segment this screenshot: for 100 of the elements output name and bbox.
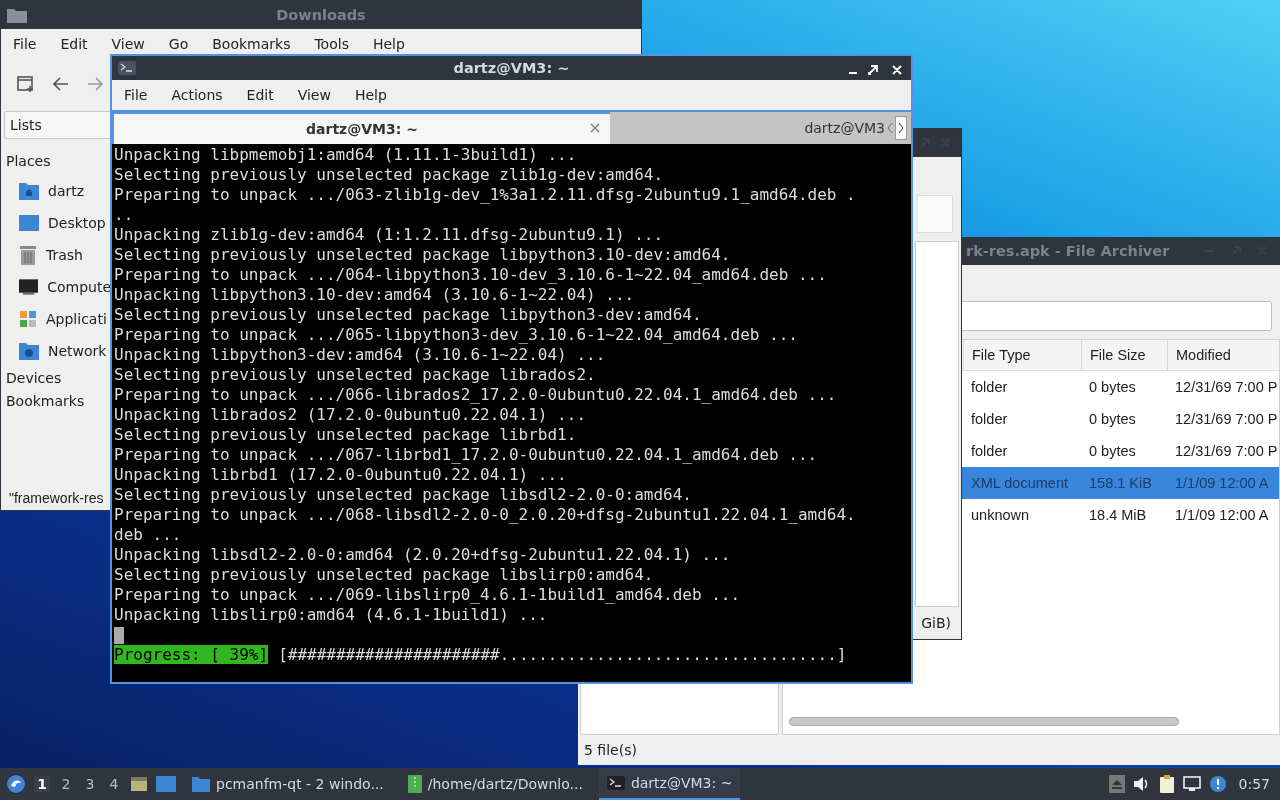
window-title: rk-res.apk - File Archiver	[966, 243, 1170, 259]
sidebar-item[interactable]: Network	[1, 335, 111, 367]
section-heading: Bookmarks	[5, 392, 86, 411]
terminal-icon	[118, 61, 136, 75]
sidebar-item[interactable]: Trash	[1, 239, 111, 271]
text-field[interactable]	[917, 195, 953, 233]
menu-item[interactable]: View	[285, 87, 343, 103]
clipboard-icon[interactable]	[1158, 775, 1175, 793]
sidebar-item[interactable]: dartz	[1, 175, 111, 207]
menu-item[interactable]: File	[112, 87, 160, 103]
folder-icon	[7, 7, 27, 23]
menu-item[interactable]: Actions	[159, 87, 235, 103]
network-folder-icon	[19, 342, 39, 360]
table-cell-text: 18.4 MiB	[1088, 507, 1148, 523]
desktop-icon	[19, 214, 39, 232]
terminal-line: Selecting previously unselected package libpython3.10-dev:amd64.	[114, 245, 732, 265]
table-cell-text: folder	[970, 443, 1009, 459]
taskbar-button[interactable]: /home/dartz/Downlo...	[399, 768, 591, 800]
tab-scroll-right-icon[interactable]	[895, 116, 907, 140]
start-menu-icon[interactable]	[6, 774, 26, 794]
progress-label: Progress: [ 39%]	[114, 645, 269, 664]
terminal-line: Preparing to unpack .../066-librados2_17.2.0-0ubuntu0.22.04.1_amd64.deb ...	[114, 385, 838, 405]
workspace-button[interactable]: 1	[34, 776, 50, 792]
table-cell-text: 1/1/09 12:00 A	[1174, 507, 1270, 523]
menu-item[interactable]: Help	[342, 87, 399, 103]
archive-icon	[407, 775, 422, 793]
scrollbar[interactable]	[789, 717, 1179, 726]
status-text: "framework-res	[9, 490, 104, 508]
trash-icon	[19, 245, 37, 265]
window-controls-icon[interactable]	[847, 64, 903, 76]
eject-icon[interactable]	[1108, 775, 1125, 793]
close-icon[interactable]	[590, 123, 600, 133]
menu-item[interactable]: View	[99, 36, 157, 52]
section-heading: Places	[6, 153, 52, 171]
sidebar-mode-dropdown[interactable]: Lists	[4, 111, 111, 139]
terminal-line: Unpacking zlib1g-dev:amd64 (1:1.2.11.dfsg-2ubuntu9.1) ...	[114, 225, 665, 245]
sidebar-item[interactable]: Applicati	[1, 303, 111, 335]
column-header[interactable]: Modified	[1167, 340, 1279, 370]
network-icon[interactable]	[1182, 776, 1201, 792]
status-text: 5 file(s)	[583, 741, 638, 760]
back-arrow-icon[interactable]	[53, 77, 69, 91]
workspace-button[interactable]: 2	[58, 776, 74, 792]
table-cell-text: 158.1 KiB	[1088, 475, 1153, 491]
section-heading: Devices	[5, 369, 63, 388]
terminal-line: Selecting previously unselected package libpython3-dev:amd64.	[114, 305, 703, 325]
menu-item[interactable]: Bookmarks	[200, 36, 303, 52]
terminal-line: Selecting previously unselected package zlib1g-dev:amd64.	[114, 165, 665, 185]
terminal-tab[interactable]: dartz@VM3: ~	[112, 112, 610, 144]
terminal-line: Unpacking libpmemobj1:amd64 (1.11.1-3build1) ...	[114, 145, 578, 165]
taskbar-button[interactable]: pcmanfm-qt - 2 windo...	[184, 768, 392, 800]
file-manager-icon[interactable]	[130, 775, 148, 793]
sidebar-item[interactable]: Compute	[1, 271, 111, 303]
window-title: dartz@VM3: ~	[453, 60, 570, 76]
window-title: Downloads	[276, 7, 366, 23]
table-cell-text: 12/31/69 7:00 P	[1174, 411, 1279, 427]
table-cell-text: folder	[970, 379, 1009, 395]
terminal-line: Preparing to unpack .../069-libslirp0_4.6.1-1build1_amd64.deb ...	[114, 585, 742, 605]
menu-item[interactable]: Go	[156, 36, 201, 52]
terminal-line: Unpacking libsdl2-2.0-0:amd64 (2.0.20+dfsg-2ubuntu1.22.04.1) ...	[114, 545, 732, 565]
status-text: GiB)	[921, 615, 951, 631]
terminal-line: Preparing to unpack .../067-librbd1_17.2.0-0ubuntu0.22.04.1_amd64.deb ...	[114, 445, 819, 465]
terminal-line: Preparing to unpack .../064-libpython3.10-dev_3.10.6-1~22.04_amd64.deb ...	[114, 265, 828, 285]
table-cell-text: 0 bytes	[1088, 443, 1137, 459]
menu-item[interactable]: File	[1, 36, 49, 52]
menu-item[interactable]: Edit	[234, 87, 286, 103]
menu-item[interactable]: Help	[360, 36, 417, 52]
forward-arrow-icon[interactable]	[87, 77, 103, 91]
table-cell-text: 12/31/69 7:00 P	[1174, 443, 1279, 459]
menu-item[interactable]: Tools	[302, 36, 361, 52]
clock[interactable]: 0:57	[1238, 776, 1270, 792]
column-header[interactable]: File Size	[1081, 340, 1167, 370]
table-cell-text: 0 bytes	[1088, 379, 1137, 395]
terminal-line: Unpacking libpython3-dev:amd64 (3.10.6-1~22.04) ...	[114, 345, 607, 365]
table-cell-text: XML document	[970, 475, 1069, 491]
progress-bar-text: [######################...................................]	[278, 645, 847, 664]
terminal-line: Preparing to unpack .../068-libsdl2-2.0-0_2.0.20+dfsg-2ubuntu1.22.04.1_amd64.	[114, 505, 857, 525]
taskbar-button[interactable]: dartz@VM3: ~	[598, 768, 741, 800]
column-header[interactable]: File Type	[963, 340, 1081, 370]
workspace-button[interactable]: 4	[106, 776, 122, 792]
table-cell-text: 1/1/09 12:00 A	[1174, 475, 1270, 491]
menu-item[interactable]: Edit	[48, 36, 100, 52]
table-cell-text: unknown	[970, 507, 1031, 523]
terminal-line: Selecting previously unselected package libslirp0:amd64.	[114, 565, 655, 585]
table-cell-text: 12/31/69 7:00 P	[1174, 379, 1279, 395]
terminal-line: Preparing to unpack .../065-libpython3-dev_3.10.6-1~22.04_amd64.deb ...	[114, 325, 799, 345]
workspace-button[interactable]: 3	[82, 776, 98, 792]
folder-icon	[192, 776, 210, 792]
table-cell-text: 0 bytes	[1088, 411, 1137, 427]
notification-icon[interactable]	[1208, 775, 1227, 793]
terminal-line: deb ...	[114, 525, 183, 545]
sidebar-item[interactable]: Desktop	[1, 207, 111, 239]
terminal-line: ..	[114, 205, 135, 225]
terminal-line: Preparing to unpack .../063-zlib1g-dev_1%3a1.2.11.dfsg-2ubuntu9.1_amd64.deb .	[114, 185, 857, 205]
terminal-line: Selecting previously unselected package libsdl2-2.0-0:amd64.	[114, 485, 693, 505]
monitor-icon	[19, 278, 39, 296]
applications-icon	[19, 310, 37, 328]
new-tab-icon[interactable]	[17, 75, 35, 93]
terminal-line: Selecting previously unselected package librbd1.	[114, 425, 578, 445]
terminal-icon	[606, 776, 625, 790]
terminal-line: Unpacking librados2 (17.2.0-0ubuntu0.22.04.1) ...	[114, 405, 587, 425]
